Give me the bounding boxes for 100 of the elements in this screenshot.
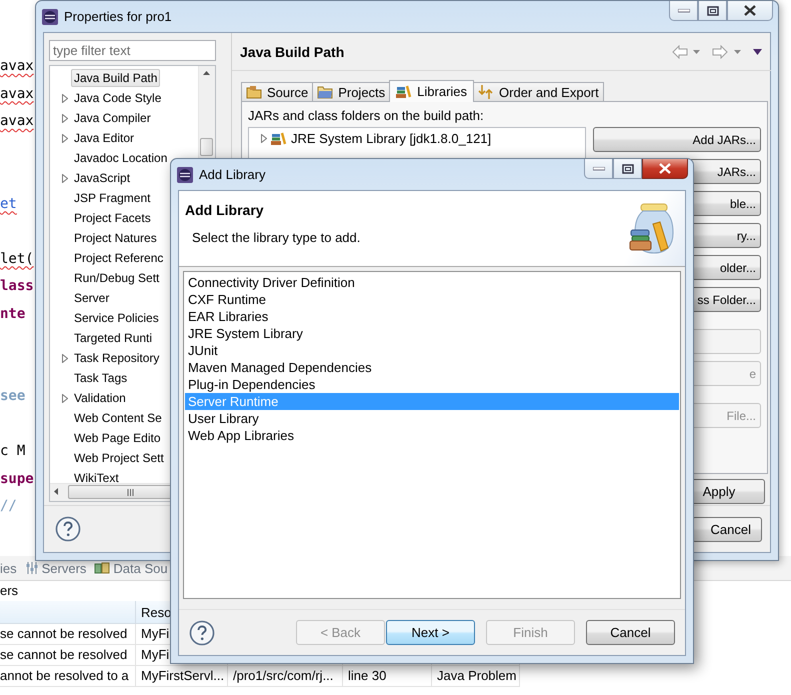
tree-item[interactable]: Java Code Style	[71, 89, 164, 107]
jar-with-books-icon	[629, 202, 675, 256]
tab[interactable]: Projects	[312, 82, 390, 101]
library-entry[interactable]: JRE System Library [jdk1.8.0_121]	[291, 131, 492, 146]
code-line: avax	[0, 84, 34, 104]
code-line: //	[0, 497, 17, 516]
expand-arrow-icon[interactable]	[62, 394, 68, 402]
view-tab[interactable]: Servers	[24, 560, 86, 576]
wizard-description: Select the library type to add.	[191, 230, 360, 245]
expand-arrow-icon[interactable]	[261, 134, 267, 143]
window-title: Properties for pro1	[64, 9, 172, 24]
table-cell: MyFirstServl...	[136, 666, 228, 687]
code-line: lass	[0, 277, 34, 296]
maximize-button[interactable]	[698, 1, 727, 21]
cancel-button[interactable]: Cancel	[692, 516, 762, 542]
close-button[interactable]	[727, 1, 773, 21]
tree-item[interactable]: Task Repository	[71, 349, 162, 367]
tree-item[interactable]: Targeted Runti	[71, 329, 156, 347]
expand-arrow-icon[interactable]	[62, 174, 68, 182]
page-title: Java Build Path	[240, 44, 344, 60]
grip-icon	[127, 488, 134, 496]
table-cell: /pro1/src/com/rj...	[228, 666, 343, 687]
wizard-button[interactable]: Cancel	[586, 620, 675, 645]
package-folder-icon	[246, 85, 262, 99]
scroll-thumb[interactable]	[200, 138, 213, 156]
list-item[interactable]: Connectivity Driver Definition	[185, 274, 679, 291]
expand-arrow-icon[interactable]	[62, 114, 68, 122]
filter-field[interactable]: type filter text	[49, 40, 216, 61]
view-tab[interactable]: Data Sou	[94, 560, 168, 576]
table-cell: annot be resolved to a	[0, 666, 136, 687]
books-icon	[396, 84, 412, 98]
tab[interactable]: Order and Export	[473, 82, 604, 101]
maximize-button[interactable]	[613, 159, 642, 179]
minimize-button[interactable]	[584, 159, 613, 179]
folder-icon	[317, 85, 334, 99]
side-button[interactable]: Add JARs...	[593, 127, 761, 152]
list-item[interactable]: JUnit	[185, 342, 679, 359]
tree-item[interactable]: Project Referenc	[71, 249, 166, 267]
wizard-heading: Add Library	[185, 202, 264, 218]
list-item[interactable]: CXF Runtime	[185, 291, 679, 308]
help-icon[interactable]	[55, 516, 81, 542]
minimize-button[interactable]	[669, 1, 698, 21]
list-item[interactable]: Maven Managed Dependencies	[185, 359, 679, 376]
tree-item[interactable]: Run/Debug Sett	[71, 269, 162, 287]
tree-item[interactable]: Project Natures	[71, 229, 160, 247]
tree-item[interactable]: Task Tags	[71, 369, 130, 387]
tree-item[interactable]: JavaScript	[71, 169, 134, 187]
maximize-icon	[622, 164, 634, 174]
tree-item[interactable]: Javadoc Location	[71, 149, 170, 167]
tree-item[interactable]: Validation	[71, 389, 129, 407]
code-line: c M	[0, 442, 26, 461]
tree-item[interactable]: Server	[71, 289, 112, 307]
tree-item[interactable]: Web Page Edito	[71, 429, 164, 447]
up-down-arrows-icon	[478, 84, 494, 100]
tree-item[interactable]: Java Editor	[71, 129, 138, 147]
close-button[interactable]	[642, 159, 688, 179]
tree-item[interactable]: Java Compiler	[71, 109, 154, 127]
tree-item[interactable]: Web Project Sett	[71, 449, 167, 467]
tree-item[interactable]: Web Content Se	[71, 409, 165, 427]
minimize-icon	[592, 166, 604, 170]
expand-arrow-icon[interactable]	[62, 94, 68, 102]
close-icon	[658, 163, 672, 174]
code-line: avax	[0, 57, 34, 76]
view-tab[interactable]: ies	[0, 560, 17, 576]
table-cell: se cannot be resolved	[0, 624, 136, 645]
expand-arrow-icon[interactable]	[62, 134, 68, 142]
maximize-icon	[706, 6, 718, 16]
code-line: see	[0, 387, 26, 406]
tree-item[interactable]: WikiText	[71, 469, 122, 487]
scroll-left-arrow-icon[interactable]	[54, 488, 58, 495]
help-icon[interactable]	[189, 620, 215, 646]
library-icon	[271, 132, 287, 146]
list-item[interactable]: JRE System Library	[185, 325, 679, 342]
table-cell: se cannot be resolved	[0, 645, 136, 666]
database-icon	[94, 561, 110, 575]
servers-icon	[24, 561, 39, 575]
tree-item[interactable]: Project Facets	[71, 209, 154, 227]
tab[interactable]: Libraries	[389, 80, 474, 102]
tree-item[interactable]: Service Policies	[71, 309, 162, 327]
navigation-arrows-icon[interactable]	[671, 44, 763, 58]
scroll-up-arrow-icon[interactable]	[203, 71, 210, 75]
list-item[interactable]: Plug-in Dependencies	[185, 376, 679, 393]
eclipse-icon	[42, 8, 58, 24]
table-cell: line 30	[343, 666, 432, 687]
expand-arrow-icon[interactable]	[62, 354, 68, 362]
wizard-button[interactable]: Next >	[386, 620, 475, 645]
list-item[interactable]: EAR Libraries	[185, 308, 679, 325]
table-cell: Java Problem	[432, 666, 520, 687]
section-label: JARs and class folders on the build path:	[248, 108, 484, 123]
eclipse-icon	[177, 166, 193, 182]
tree-item[interactable]: Java Build Path	[71, 69, 160, 87]
code-line: avax	[0, 112, 34, 131]
code-line: nte	[0, 304, 26, 324]
list-item[interactable]: Web App Libraries	[185, 427, 679, 444]
tab[interactable]: Source	[241, 82, 314, 101]
minimize-icon	[678, 8, 690, 12]
code-line: let(	[0, 250, 34, 268]
list-item[interactable]: User Library	[185, 410, 679, 427]
code-line: et	[0, 194, 17, 214]
tree-item[interactable]: JSP Fragment	[71, 189, 154, 207]
